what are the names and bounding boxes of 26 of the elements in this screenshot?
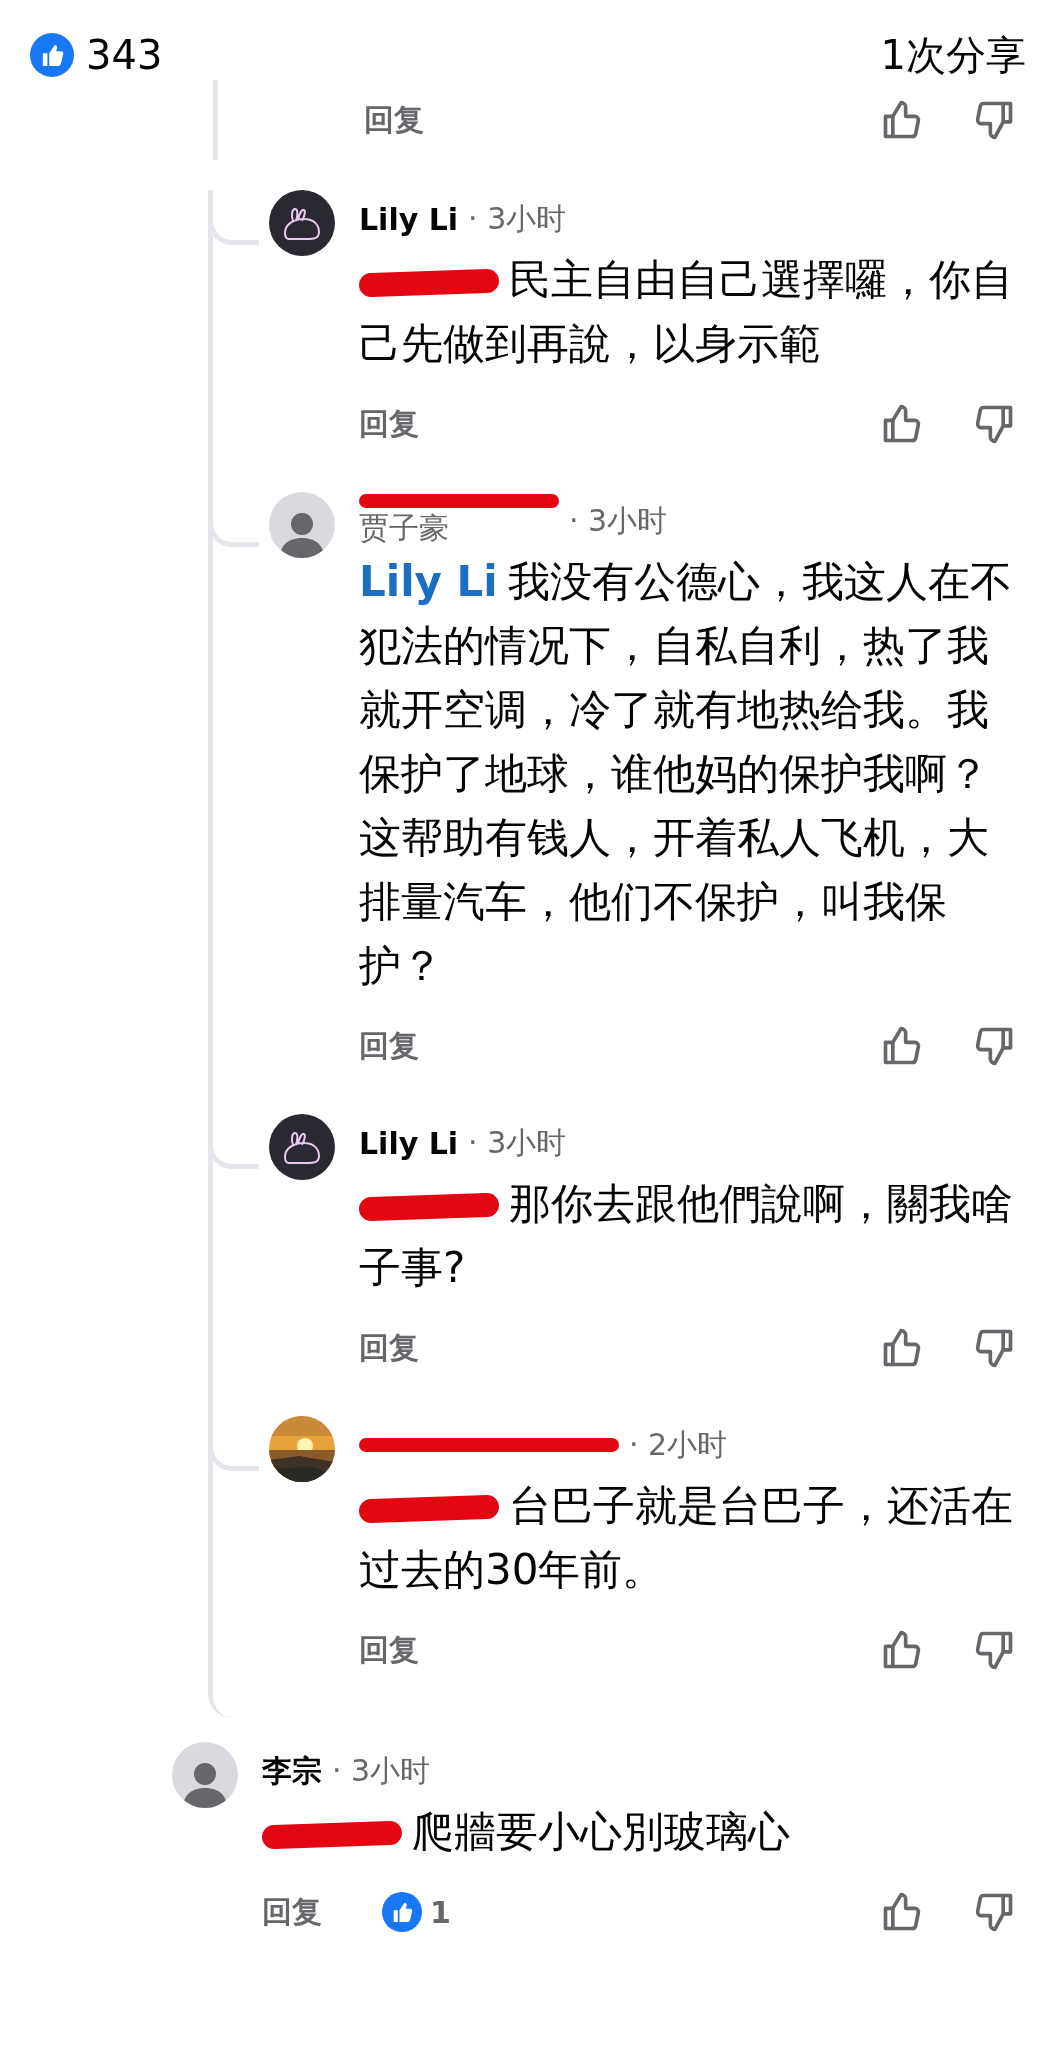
like-count: 1 xyxy=(430,1894,451,1930)
like-icon xyxy=(30,33,74,77)
comment-time: · 3小时 xyxy=(569,501,668,540)
comment-text: 民主自由自己選擇囉，你自己先做到再說，以身示範 xyxy=(359,254,1014,370)
share-count[interactable]: 1次分享 xyxy=(880,27,1026,83)
reply-button[interactable]: 回复 xyxy=(359,403,419,445)
reply-button[interactable]: 回复 xyxy=(262,1891,322,1933)
comment-time: · 3小时 xyxy=(468,1123,567,1162)
author-name[interactable]: 贾子豪 xyxy=(359,507,559,549)
author-name[interactable]: 李宗 xyxy=(262,1750,322,1792)
reply-button[interactable]: 回复 xyxy=(359,1629,419,1671)
comment-time: · 3小时 xyxy=(332,1751,431,1790)
comment-text: 那你去跟他們說啊，關我啥子事? xyxy=(359,1178,1014,1294)
comment-time: · 3小时 xyxy=(468,199,567,238)
reply-button[interactable]: 回复 xyxy=(359,1327,419,1369)
comment-text: 台巴子就是台巴子，还活在过去的30年前。 xyxy=(359,1480,1014,1596)
like-icon xyxy=(382,1892,422,1932)
reply-button[interactable]: 回复 xyxy=(364,99,424,141)
author-name[interactable]: Lily Li xyxy=(359,1125,459,1161)
like-count: 343 xyxy=(86,32,163,78)
comment-time: · 2小时 xyxy=(629,1425,728,1464)
mention-link[interactable]: Lily Li xyxy=(359,557,498,606)
reply-button[interactable]: 回复 xyxy=(359,1025,419,1067)
comment-text: 爬牆要小心別玻璃心 xyxy=(262,1800,1016,1864)
comment-text: Lily Li 我没有公德心，我这人在不犯法的情况下，自私自利，热了我就开空调，冷了就有地热给我。我保护了地球，谁他妈的保护我啊？这帮助有钱人，开着私人飞机，大排量汽车，他们不保护，叫我保护？ xyxy=(359,556,1013,992)
author-name[interactable]: Lily Li xyxy=(359,201,459,237)
